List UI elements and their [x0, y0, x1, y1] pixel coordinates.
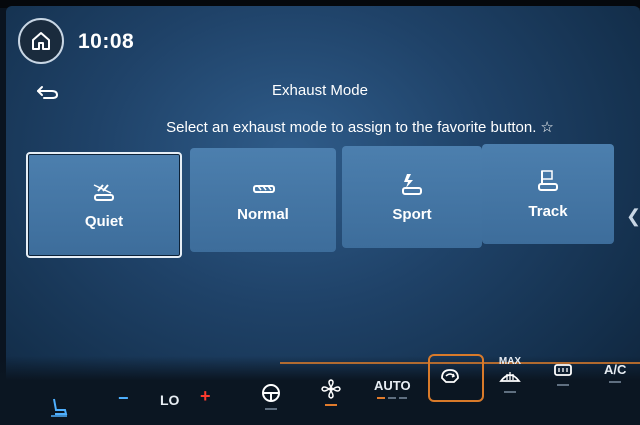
status-indicator	[265, 408, 277, 410]
mode-label: Track	[528, 202, 568, 220]
max-defrost-button[interactable]: MAX	[498, 356, 522, 393]
normal-exhaust-icon	[253, 184, 275, 193]
quiet-exhaust-icon	[93, 183, 114, 201]
mode-tile-sport[interactable]: Sport	[342, 146, 482, 248]
status-indicator	[399, 397, 408, 399]
track-exhaust-icon	[538, 169, 558, 191]
home-icon	[32, 32, 50, 50]
status-indicator	[609, 381, 622, 383]
auto-climate-button[interactable]: AUTO	[374, 378, 411, 399]
mode-tile-quiet[interactable]: Quiet	[26, 152, 182, 258]
mode-label: Quiet	[84, 212, 124, 230]
ac-label: A/C	[604, 362, 627, 377]
home-button[interactable]	[18, 18, 64, 64]
status-indicator	[557, 384, 569, 386]
clock: 10:08	[78, 30, 135, 53]
instruction-label: Select an exhaust mode to assign to the …	[166, 119, 537, 136]
steering-heat-button[interactable]	[260, 382, 282, 410]
sport-exhaust-icon	[402, 173, 422, 195]
steering-wheel-icon	[262, 384, 280, 402]
fan-button[interactable]	[320, 378, 342, 406]
status-indicator	[504, 391, 516, 393]
instruction-text: Select an exhaust mode to assign to the …	[0, 118, 640, 136]
page-title: Exhaust Mode	[272, 82, 368, 99]
temp-minus-button[interactable]: −	[118, 388, 129, 409]
seat-heat-icon	[51, 398, 68, 417]
mode-tile-track[interactable]: Track	[482, 144, 614, 244]
temperature-display: LO	[160, 392, 179, 408]
max-label: MAX	[498, 356, 522, 367]
status-indicator	[325, 404, 337, 406]
plus-label: +	[200, 386, 211, 406]
favorite-star-icon: ☆	[540, 119, 554, 136]
rear-defrost-icon	[554, 364, 572, 376]
front-defrost-icon	[499, 372, 521, 382]
fan-icon	[321, 379, 341, 399]
auto-label: AUTO	[374, 378, 411, 393]
status-indicator	[377, 397, 386, 399]
temperature-value: LO	[160, 392, 180, 408]
scroll-chevron-icon[interactable]: ❮	[626, 206, 640, 227]
mode-tile-normal[interactable]: Normal	[190, 148, 336, 252]
minus-label: −	[118, 388, 129, 408]
temp-plus-button[interactable]: +	[200, 386, 211, 407]
status-indicator	[388, 397, 397, 399]
rear-defrost-button[interactable]	[552, 362, 574, 386]
recirculation-button[interactable]	[436, 362, 464, 390]
seat-heat-button[interactable]	[48, 396, 70, 418]
ac-button[interactable]: A/C	[604, 362, 626, 383]
recirculation-icon	[441, 369, 459, 383]
mode-label: Sport	[392, 205, 432, 223]
mode-label: Normal	[237, 205, 289, 223]
